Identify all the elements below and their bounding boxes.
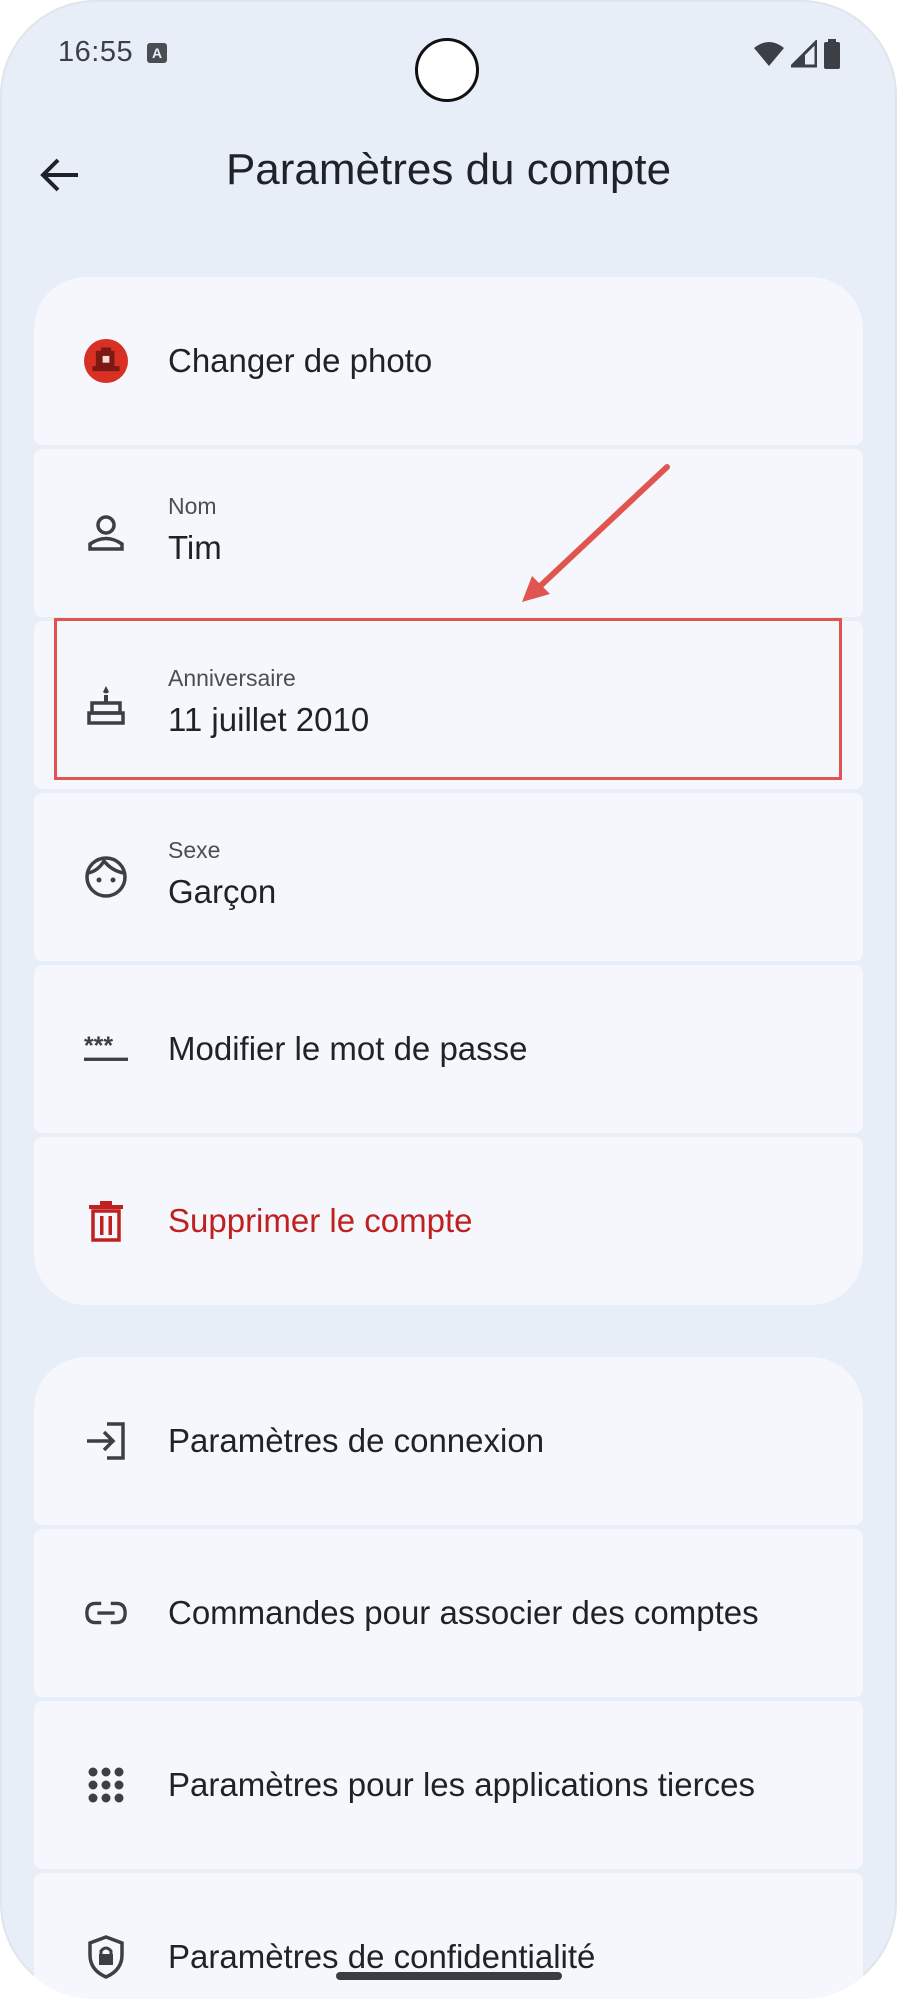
annotation-arrow bbox=[522, 464, 670, 602]
gesture-home-bar[interactable] bbox=[336, 1972, 562, 1980]
phone-screen: 16:55 A Paramètres du compte Changer de … bbox=[0, 0, 897, 1999]
